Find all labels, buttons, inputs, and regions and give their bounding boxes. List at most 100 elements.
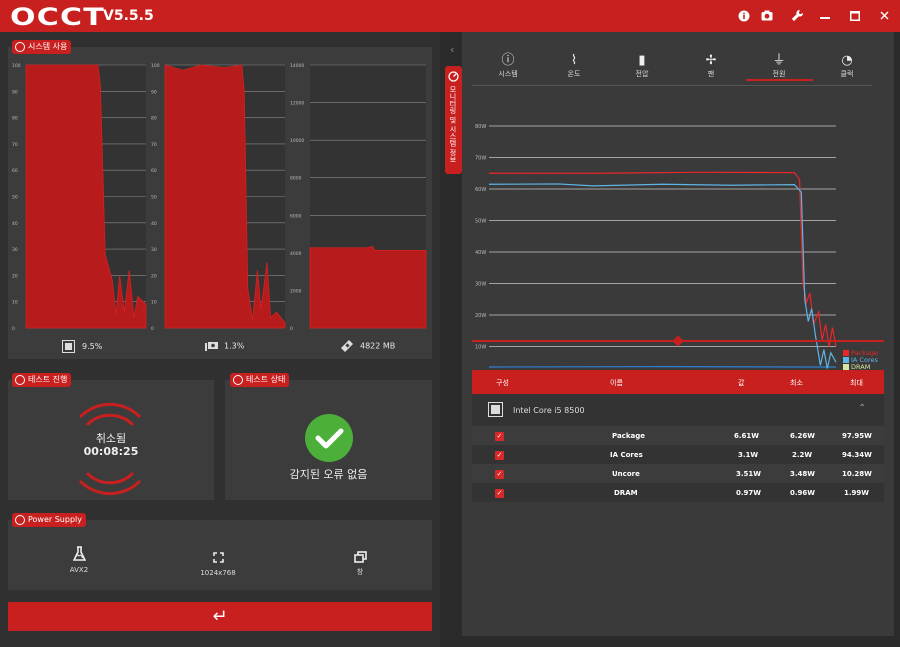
- close-icon[interactable]: [874, 6, 894, 26]
- test-status-tag: 테스트 상태: [230, 373, 290, 387]
- device-group-row[interactable]: Intel Core i5 8500 ⌃: [472, 394, 884, 426]
- timeline-handle: [672, 335, 684, 347]
- graph-tick-label: 60: [151, 168, 157, 174]
- test-status-panel: 감지된 오류 없음: [225, 380, 432, 500]
- info-icon[interactable]: [734, 6, 754, 26]
- power-supply-panel: AVX2 1024x768 창: [8, 520, 432, 590]
- graph-tick-label: 50: [12, 195, 18, 201]
- monitoring-vertical-tab[interactable]: 모니터링 및 시스템 정보: [445, 66, 462, 174]
- tab-temperature[interactable]: ⌇ 온도: [544, 54, 604, 79]
- chart-tick-label: 60W: [475, 187, 486, 193]
- table-row[interactable]: ✓ Uncore 3.51W 3.48W 10.28W: [472, 464, 884, 483]
- legend-swatch: [843, 350, 849, 356]
- memory-usage-value: 4822 MB: [360, 341, 396, 351]
- fullscreen-icon: [212, 552, 224, 563]
- chart-legend: PackageIA CoresDRAM: [843, 349, 878, 371]
- checkbox-icon[interactable]: ✓: [495, 489, 504, 498]
- power-supply-tag: Power Supply: [12, 513, 86, 527]
- graph-tick-label: 80: [151, 116, 157, 122]
- test-progress-tag: 테스트 진행: [12, 373, 72, 387]
- resolution-label: 1024x768: [200, 569, 236, 577]
- window-mode-label: 창: [356, 568, 364, 576]
- monitoring-tab-label: 모니터링 및 시스템 정보: [449, 86, 457, 163]
- graph-tick-label: 10000: [290, 138, 304, 144]
- gpu-usage-value: 1.3%: [224, 341, 245, 351]
- active-tab-underline: [746, 79, 813, 81]
- tab-fan[interactable]: ✢ 팬: [681, 54, 741, 79]
- chart-grid: 80W70W60W50W40W30W20W10W0W: [475, 124, 836, 351]
- tab-voltage[interactable]: ▮ 전압: [612, 54, 672, 79]
- checkbox-icon[interactable]: ✓: [495, 451, 504, 460]
- tab-power[interactable]: ⏚ 전원: [749, 54, 809, 79]
- checkbox-icon[interactable]: ✓: [495, 470, 504, 479]
- system-usage-tag: 시스템 사용: [12, 40, 72, 54]
- cpu-usage-stat: 9.5%: [62, 340, 102, 353]
- info-circle-icon: ⓘ: [501, 53, 515, 68]
- graph-tick-label: 100: [151, 63, 160, 69]
- usage-area: [309, 246, 427, 329]
- col-name: 이름: [610, 379, 623, 387]
- graph-tick-label: 20: [151, 273, 157, 279]
- memory-usage-graph: 14000 12000 10000 8000 6000 4000 2000 0: [290, 63, 427, 332]
- wrench-icon[interactable]: [787, 6, 807, 26]
- maximize-icon[interactable]: [845, 6, 865, 26]
- no-errors-message: 감지된 오류 없음: [289, 468, 368, 481]
- chart-tick-label: 10W: [475, 345, 486, 351]
- graph-tick-label: 2000: [290, 288, 302, 294]
- chart-tick-label: 80W: [475, 124, 486, 130]
- graph-tick-label: 0: [290, 326, 293, 332]
- system-usage-panel: 100 90 80 70 60 50 40 30 20 10 0 100 90 80 70 60 50 40 30…: [8, 47, 432, 359]
- graph-tick-label: 40: [12, 221, 18, 227]
- gauge-icon: [448, 71, 459, 82]
- gpu-usage-stat: 1.3%: [205, 341, 244, 351]
- collapse-arrow-icon[interactable]: ‹: [450, 43, 454, 56]
- graph-tick-label: 90: [151, 89, 157, 95]
- usage-graphs: 1009080706050403020100 10090807060504030…: [12, 63, 427, 332]
- start-stop-button[interactable]: ↵: [8, 602, 432, 631]
- collapse-chevron-icon[interactable]: ⌃: [858, 403, 866, 414]
- window-mode-option[interactable]: 창: [345, 548, 375, 577]
- table-row[interactable]: ✓ DRAM 0.97W 0.96W 1.99W: [472, 483, 884, 502]
- flask-icon: [72, 546, 86, 561]
- fan-icon: ✢: [705, 53, 717, 68]
- chart-tick-label: 20W: [475, 313, 486, 319]
- legend-swatch: [843, 357, 849, 363]
- graph-tick-label: 90: [12, 89, 18, 95]
- graph-tick-label: 6000: [290, 213, 302, 219]
- chart-tick-label: 30W: [475, 282, 486, 288]
- gpu-usage-graph: 1009080706050403020100: [151, 63, 286, 332]
- chart-tick-label: 40W: [475, 250, 486, 256]
- graph-tick-label: 70: [12, 142, 18, 148]
- monitoring-panel: ⓘ 시스템 ⌇ 온도 ▮ 전압 ✢ 팬 ⏚ 전원 ◔ 클럭 80W 70W 60W 50W 40W 3…: [462, 32, 894, 636]
- table-row[interactable]: ✓ Package 6.61W 6.26W 97.95W: [472, 426, 884, 445]
- col-max: 최대: [850, 379, 863, 387]
- minimize-icon[interactable]: [815, 6, 835, 26]
- graph-tick-label: 10: [12, 300, 18, 306]
- graph-tick-label: 30: [12, 247, 18, 253]
- test-elapsed-time: 00:08:25: [83, 445, 139, 458]
- gpu-icon: [205, 342, 218, 351]
- col-min: 최소: [790, 379, 803, 387]
- graph-tick-label: 14000: [290, 63, 304, 69]
- speedometer-icon: ◔: [841, 53, 853, 68]
- graph-tick-label: 40: [151, 221, 157, 227]
- resolution-option[interactable]: 1024x768: [198, 548, 238, 577]
- avx2-option[interactable]: AVX2: [64, 546, 94, 574]
- graph-tick-label: 0: [151, 326, 154, 332]
- check-circle-icon: [305, 414, 353, 462]
- avx2-label: AVX2: [69, 566, 89, 574]
- graph-tick-label: 12000: [290, 101, 304, 107]
- cpu-usage-graph: 1009080706050403020100: [12, 63, 147, 332]
- app-version: V5.5.5: [103, 8, 154, 24]
- graph-tick-label: 20: [12, 273, 18, 279]
- camera-icon[interactable]: [757, 6, 777, 26]
- tab-clock[interactable]: ◔ 클럭: [817, 54, 877, 79]
- graph-tick-label: 0: [12, 326, 15, 332]
- cpu-chip-icon: [488, 402, 503, 417]
- table-row[interactable]: ✓ IA Cores 3.1W 2.2W 94.34W: [472, 445, 884, 464]
- window-icon: [353, 551, 367, 563]
- sensor-table-header: 구성 이름 값 최소 최대: [472, 370, 884, 394]
- tab-system[interactable]: ⓘ 시스템: [478, 54, 538, 79]
- checkbox-icon[interactable]: ✓: [495, 432, 504, 441]
- chart-tick-label: 50W: [475, 219, 486, 225]
